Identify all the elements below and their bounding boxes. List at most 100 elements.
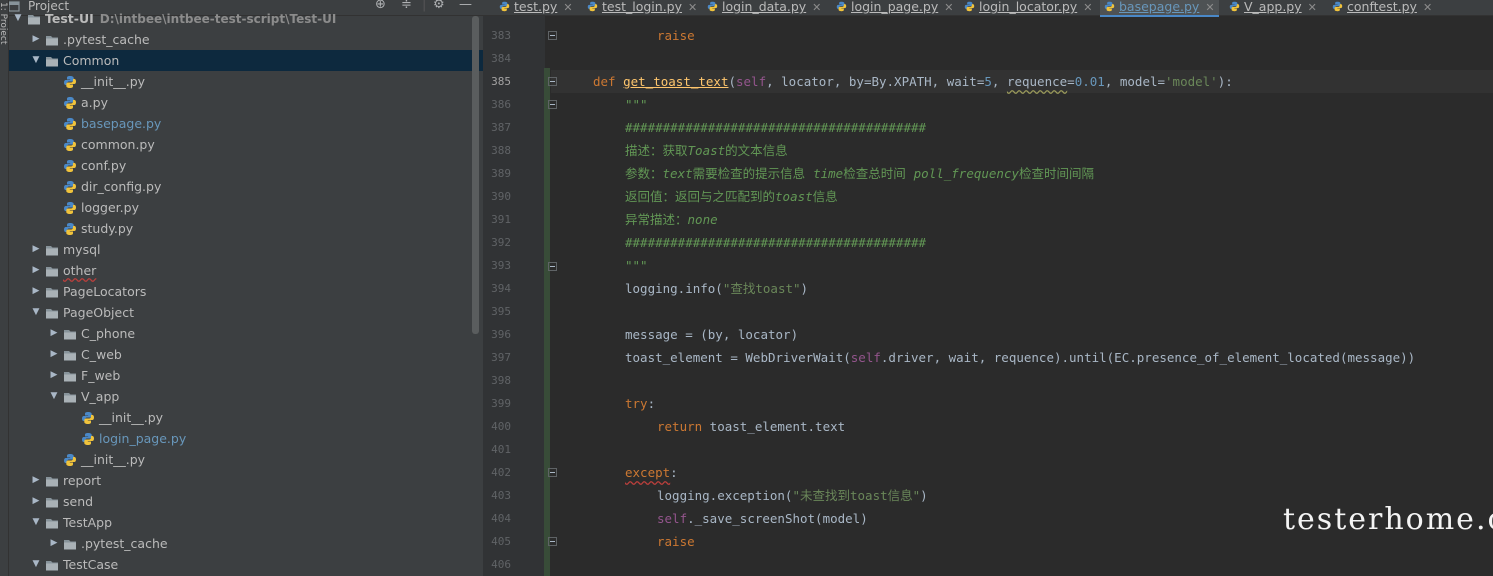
tree-file[interactable]: a.py bbox=[9, 92, 483, 113]
line-number: 405 bbox=[491, 535, 511, 548]
tree-folder[interactable]: ▼ TestApp bbox=[9, 512, 483, 533]
tree-folder[interactable]: ▶ .pytest_cache bbox=[9, 29, 483, 50]
tree-folder[interactable]: ▶ report bbox=[9, 470, 483, 491]
code-token: self bbox=[736, 74, 767, 89]
tree-item-text: study.py bbox=[81, 221, 134, 236]
tree-item-text: TestCase bbox=[63, 557, 119, 572]
fold-marker[interactable] bbox=[548, 262, 557, 271]
code-area[interactable]: raise def get_toast_text(self, locator, … bbox=[593, 0, 1493, 576]
tree-file[interactable]: common.py bbox=[9, 134, 483, 155]
line-number-gutter: 383 384 385 386 387 388 389 390 391 392 393 394 395 3… bbox=[483, 16, 545, 576]
tree-file[interactable]: basepage.py bbox=[9, 113, 483, 134]
docstring: poll_frequency bbox=[913, 166, 1019, 181]
tree-item-label: Test-UI D:\intbee\intbee-test-script\Test… bbox=[45, 8, 336, 30]
tree-folder[interactable]: ▶ PageLocators bbox=[9, 281, 483, 302]
tree-item-text: PageObject bbox=[63, 305, 134, 320]
tree-folder[interactable]: ▶ send bbox=[9, 491, 483, 512]
code-token: , locator, by=By.XPATH, wait= bbox=[766, 74, 985, 89]
tree-file[interactable]: dir_config.py bbox=[9, 176, 483, 197]
tree-file[interactable]: __init__.py bbox=[9, 407, 483, 428]
tree-folder[interactable]: ▶ C_web bbox=[9, 344, 483, 365]
tree-folder[interactable]: ▶ C_phone bbox=[9, 323, 483, 344]
project-tool-window-button[interactable]: 1: Project bbox=[0, 2, 8, 82]
tree-folder[interactable]: ▶ other bbox=[9, 260, 483, 281]
chevron-down-icon[interactable]: ▼ bbox=[49, 386, 59, 407]
fold-marker[interactable] bbox=[548, 100, 557, 109]
tree-item-label: send bbox=[63, 491, 93, 512]
python-file-icon bbox=[63, 75, 77, 88]
close-icon[interactable]: ✕ bbox=[563, 1, 572, 14]
chevron-right-icon[interactable]: ▶ bbox=[31, 29, 41, 50]
chevron-down-icon[interactable]: ▼ bbox=[31, 50, 41, 71]
code-token: return bbox=[657, 419, 703, 434]
code-line-399: try: bbox=[625, 392, 655, 415]
code-token: : bbox=[647, 396, 656, 411]
chevron-right-icon[interactable]: ▶ bbox=[31, 281, 41, 302]
chevron-right-icon[interactable]: ▶ bbox=[49, 344, 59, 365]
line-number: 401 bbox=[491, 443, 511, 456]
tree-item-label: study.py bbox=[81, 218, 133, 239]
tree-folder[interactable]: ▶ mysql bbox=[9, 239, 483, 260]
code-token: ( bbox=[728, 74, 736, 89]
tool-window-stripe: 1: Project bbox=[0, 0, 9, 576]
editor-tab[interactable]: test.py ✕ bbox=[495, 0, 577, 15]
chevron-right-icon[interactable]: ▶ bbox=[31, 470, 41, 491]
tree-file[interactable]: logger.py bbox=[9, 197, 483, 218]
tree-file[interactable]: study.py bbox=[9, 218, 483, 239]
code-editor: test.py ✕ test_login.py ✕ login_data.py ✕ logi… bbox=[483, 0, 1493, 576]
fold-marker[interactable] bbox=[548, 468, 557, 477]
tree-item-label: dir_config.py bbox=[81, 176, 161, 197]
watermark-text: testerhome.com bbox=[1283, 502, 1493, 537]
fold-marker[interactable] bbox=[548, 31, 557, 40]
tree-scrollbar[interactable] bbox=[472, 16, 479, 334]
chevron-right-icon[interactable]: ▶ bbox=[31, 260, 41, 281]
tree-folder[interactable]: ▼ V_app bbox=[9, 386, 483, 407]
code-line-403: logging.exception("未查找到toast信息") bbox=[657, 484, 928, 507]
vcs-change-marker bbox=[544, 68, 550, 576]
code-token: def bbox=[593, 74, 616, 89]
line-number: 402 bbox=[491, 466, 511, 479]
chevron-right-icon[interactable]: ▶ bbox=[31, 239, 41, 260]
code-line-402: except: bbox=[625, 461, 678, 484]
tree-folder[interactable]: ▼ Test-UI D:\intbee\intbee-test-script\Tes… bbox=[9, 8, 483, 29]
docstring: 检查总时间 bbox=[843, 166, 914, 181]
code-token: toast_element = WebDriverWait( bbox=[625, 350, 851, 365]
tree-file[interactable]: conf.py bbox=[9, 155, 483, 176]
python-file-icon bbox=[499, 0, 514, 14]
docstring: """ bbox=[625, 97, 648, 112]
tree-file[interactable]: __init__.py bbox=[9, 71, 483, 92]
tree-folder[interactable]: ▼ Common bbox=[9, 50, 483, 71]
tree-folder[interactable]: ▼ PageObject bbox=[9, 302, 483, 323]
tree-folder[interactable]: ▶ .pytest_cache bbox=[9, 533, 483, 554]
tree-folder[interactable]: ▼ TestCase bbox=[9, 554, 483, 575]
folder-icon bbox=[63, 537, 77, 550]
chevron-right-icon[interactable]: ▶ bbox=[49, 323, 59, 344]
docstring: 信息 bbox=[812, 189, 838, 204]
chevron-right-icon[interactable]: ▶ bbox=[31, 491, 41, 512]
tree-file[interactable]: login_page.py bbox=[9, 428, 483, 449]
docstring: ######################################## bbox=[625, 120, 927, 135]
folder-icon bbox=[63, 369, 77, 382]
fold-marker[interactable] bbox=[548, 77, 557, 86]
folder-icon bbox=[27, 12, 41, 25]
chevron-right-icon[interactable]: ▶ bbox=[49, 365, 59, 386]
chevron-down-icon[interactable]: ▼ bbox=[31, 302, 41, 323]
string-literal: "查找toast" bbox=[722, 281, 801, 296]
chevron-down-icon[interactable]: ▼ bbox=[13, 8, 23, 29]
tree-item-label: F_web bbox=[81, 365, 120, 386]
tree-folder[interactable]: ▶ F_web bbox=[9, 365, 483, 386]
fold-marker[interactable] bbox=[548, 537, 557, 546]
tree-item-text: dir_config.py bbox=[81, 179, 162, 194]
code-token: ) bbox=[800, 281, 809, 296]
chevron-right-icon[interactable]: ▶ bbox=[49, 533, 59, 554]
chevron-down-icon[interactable]: ▼ bbox=[31, 554, 41, 575]
tree-item-text: logger.py bbox=[81, 200, 139, 215]
tree-item-label: __init__.py bbox=[99, 407, 163, 428]
tree-item-text: TestApp bbox=[63, 515, 113, 530]
chevron-down-icon[interactable]: ▼ bbox=[31, 512, 41, 533]
code-token: self bbox=[850, 350, 881, 365]
tree-item-text: common.py bbox=[81, 137, 155, 152]
code-token: requence bbox=[1006, 74, 1068, 89]
tree-file[interactable]: __init__.py bbox=[9, 449, 483, 470]
line-number: 386 bbox=[491, 98, 511, 111]
